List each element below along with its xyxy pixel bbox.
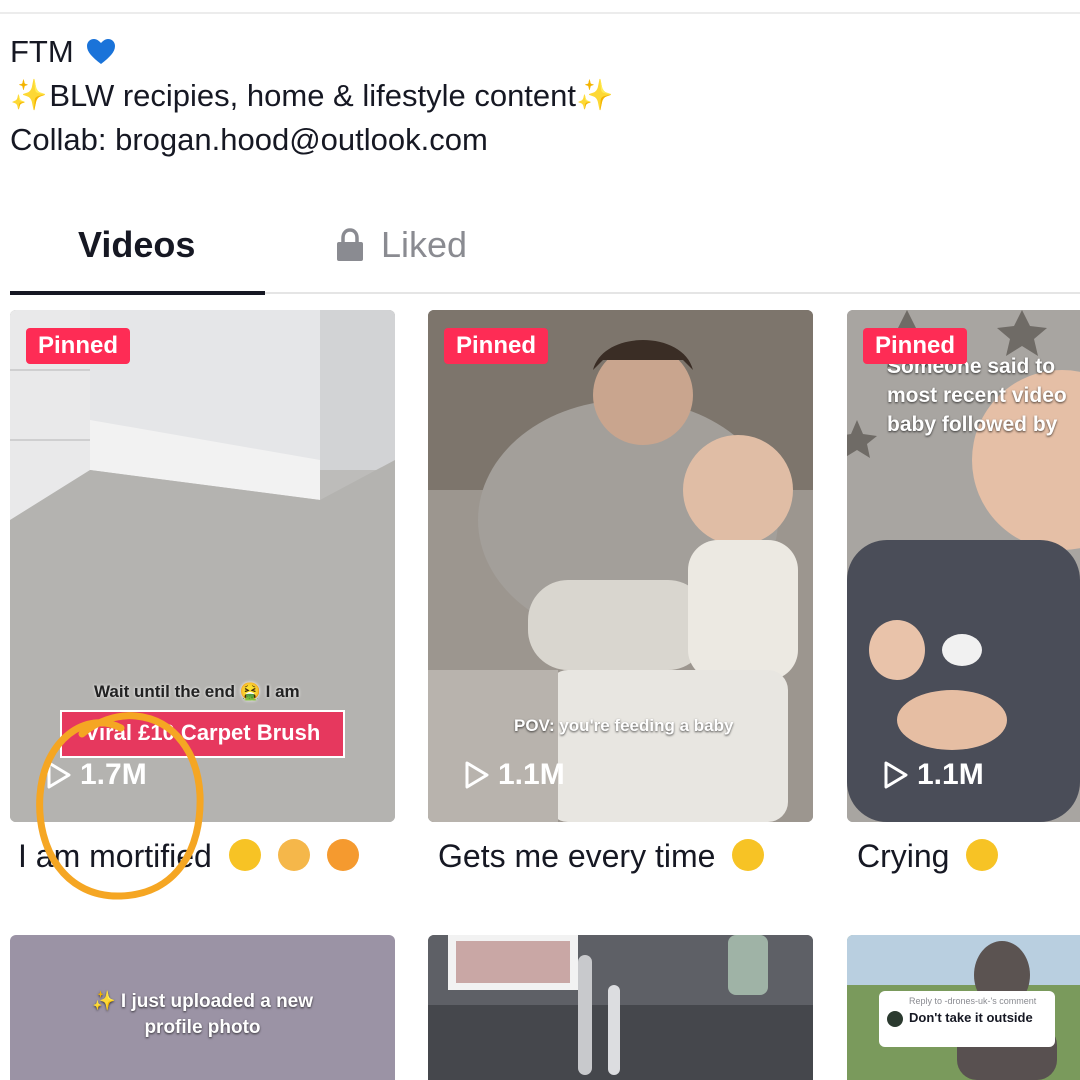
tab-liked-label: Liked bbox=[381, 224, 468, 265]
video-card[interactable]: ✨ I just uploaded a new profile photo bbox=[10, 935, 395, 1080]
sparkles-icon: ✨ bbox=[10, 79, 48, 112]
video-caption[interactable]: Gets me every time bbox=[438, 838, 765, 875]
lock-icon bbox=[337, 228, 363, 261]
tab-videos[interactable]: Videos bbox=[78, 224, 195, 266]
bio-line-3: Collab: brogan.hood@outlook.com bbox=[10, 122, 488, 157]
video-overlay-text: POV: you're feeding a baby bbox=[514, 716, 734, 735]
view-count: 1.1M bbox=[464, 758, 565, 792]
pinned-badge: Pinned bbox=[444, 328, 549, 364]
video-overlay-text: Wait until the end 🤮 I am bbox=[94, 682, 300, 701]
view-count-value: 1.1M bbox=[917, 758, 984, 791]
bio-name: FTM bbox=[10, 34, 74, 69]
video-thumbnail bbox=[428, 935, 813, 1080]
video-card[interactable] bbox=[428, 935, 813, 1080]
active-tab-underline bbox=[10, 291, 265, 295]
video-card[interactable]: Reply to -drones-uk-'s comment Don't tak… bbox=[847, 935, 1080, 1080]
rolling-on-floor-laughing-icon bbox=[732, 839, 765, 871]
top-divider bbox=[0, 12, 1080, 14]
video-card[interactable]: POV: you're feeding a baby Pinned 1.1M bbox=[428, 310, 813, 822]
reply-label: Reply to -drones-uk-'s comment bbox=[909, 996, 1037, 1006]
view-count: 1.7M bbox=[46, 758, 147, 792]
bio-line-2: BLW recipies, home & lifestyle content bbox=[49, 78, 577, 113]
commenter-avatar bbox=[887, 1011, 903, 1027]
video-thumbnail bbox=[428, 310, 813, 822]
reply-text: Don't take it outside bbox=[909, 1010, 1033, 1025]
video-card[interactable]: Someone said to most recent video baby f… bbox=[847, 310, 1080, 822]
video-overlay-text: ✨ I just uploaded a new profile photo bbox=[91, 991, 314, 1038]
video-caption[interactable]: I am mortified bbox=[18, 838, 359, 875]
reply-comment-bubble: Reply to -drones-uk-'s comment Don't tak… bbox=[879, 991, 1055, 1047]
video-caption-text: Crying bbox=[857, 838, 950, 874]
flushed-face-icon bbox=[326, 839, 359, 871]
play-icon bbox=[47, 761, 71, 789]
tab-liked[interactable]: Liked bbox=[335, 224, 467, 266]
play-icon bbox=[465, 761, 489, 789]
video-overlay-text: Someone said to most recent video baby f… bbox=[887, 355, 1067, 436]
view-count: 1.1M bbox=[883, 758, 984, 792]
video-caption-text: I am mortified bbox=[18, 838, 212, 874]
video-overlay-banner-text: Viral £10 Carpet Brush bbox=[84, 720, 321, 745]
pleading-face-icon bbox=[966, 839, 999, 871]
profile-tabs: Videos Liked bbox=[10, 210, 1080, 295]
view-count-value: 1.7M bbox=[80, 758, 147, 791]
blue-heart-icon bbox=[86, 39, 115, 64]
play-icon bbox=[884, 761, 908, 789]
sparkles-icon: ✨ bbox=[576, 79, 614, 112]
pinned-badge: Pinned bbox=[26, 328, 131, 364]
exploding-head-icon bbox=[277, 839, 310, 871]
video-caption[interactable]: Crying bbox=[857, 838, 999, 875]
video-card[interactable]: Wait until the end 🤮 I am Viral £10 Carp… bbox=[10, 310, 395, 822]
woozy-face-icon bbox=[228, 839, 261, 871]
video-overlay-banner: Viral £10 Carpet Brush bbox=[60, 710, 345, 758]
profile-bio: FTM ✨ BLW recipies, home & lifestyle con… bbox=[10, 30, 615, 162]
video-caption-text: Gets me every time bbox=[438, 838, 716, 874]
pinned-badge: Pinned bbox=[863, 328, 968, 364]
view-count-value: 1.1M bbox=[498, 758, 565, 791]
